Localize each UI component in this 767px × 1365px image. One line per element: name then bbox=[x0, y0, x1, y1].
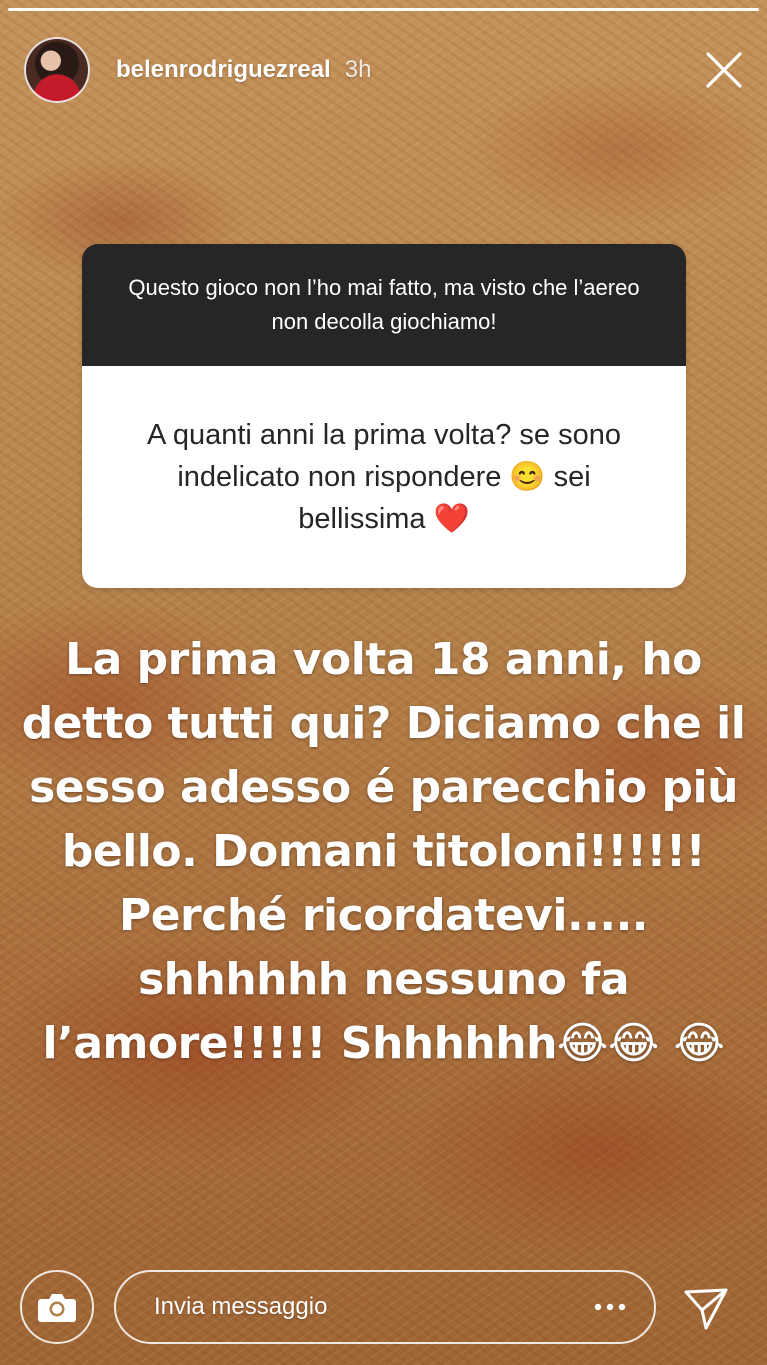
question-sticker-question: A quanti anni la prima volta? se sono in… bbox=[82, 366, 686, 588]
camera-button[interactable] bbox=[20, 1270, 94, 1344]
question-sticker: Questo gioco non l’ho mai fatto, ma vist… bbox=[82, 244, 686, 588]
more-options-button[interactable] bbox=[590, 1292, 630, 1322]
message-input[interactable]: Invia messaggio bbox=[114, 1270, 656, 1344]
message-placeholder: Invia messaggio bbox=[154, 1293, 328, 1320]
avatar[interactable] bbox=[24, 37, 90, 103]
story-progress-bar bbox=[8, 8, 759, 11]
close-icon bbox=[706, 52, 742, 88]
story-overlay-text: La prima volta 18 anni, ho detto tutti q… bbox=[21, 634, 746, 1069]
close-button[interactable] bbox=[702, 48, 746, 92]
send-icon bbox=[684, 1288, 728, 1330]
story-header: belenrodriguezreal 3h bbox=[24, 34, 371, 106]
more-icon bbox=[594, 1303, 626, 1311]
timestamp: 3h bbox=[344, 56, 372, 83]
username[interactable]: belenrodriguezreal bbox=[116, 56, 331, 84]
story-progress-fill bbox=[8, 8, 759, 11]
camera-icon bbox=[38, 1294, 76, 1322]
send-button[interactable] bbox=[682, 1284, 730, 1332]
question-sticker-header: Questo gioco non l’ho mai fatto, ma vist… bbox=[82, 244, 686, 366]
